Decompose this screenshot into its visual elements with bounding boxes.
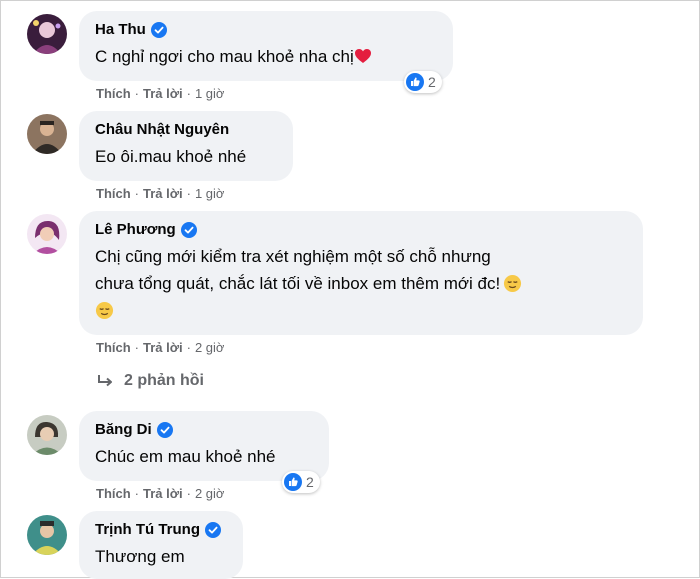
replies-count-text[interactable]: 2 phản hồi (124, 372, 204, 390)
commenter-name-text[interactable]: Trịnh Tú Trung (95, 521, 200, 539)
reaction-count[interactable]: 2 (282, 471, 320, 493)
commenter-name[interactable]: Ha Thu (95, 21, 437, 39)
commenter-name[interactable]: Băng Di (95, 421, 313, 439)
commenter-name[interactable]: Trịnh Tú Trung (95, 521, 227, 539)
like-link[interactable]: Thích (96, 186, 131, 201)
comment-text-body: C nghỉ ngơi cho mau khoẻ nha chị (95, 47, 354, 66)
separator: · (134, 486, 140, 501)
reaction-count-value: 2 (306, 474, 314, 490)
commenter-name[interactable]: Châu Nhật Nguyên (95, 121, 277, 139)
comment-actions: Thích · Trả lời · 2 giờ (96, 486, 224, 501)
reaction-count-value: 2 (428, 74, 436, 90)
separator: · (186, 486, 191, 501)
reply-link[interactable]: Trả lời (143, 186, 183, 201)
like-link[interactable]: Thích (96, 86, 131, 101)
separator: · (134, 340, 140, 355)
comment-actions: Thích · Trả lời · 1 giờ (96, 86, 224, 101)
timestamp[interactable]: 2 giờ (195, 340, 225, 355)
like-reaction-icon (406, 73, 424, 91)
comment-text-body: chưa tổng quát, chắc lát tối về inbox em… (95, 274, 501, 293)
timestamp[interactable]: 2 giờ (195, 486, 225, 501)
comment-text: C nghỉ ngơi cho mau khoẻ nha chị (95, 43, 437, 70)
comment-bubble: Trịnh Tú Trung Thương em (79, 511, 243, 579)
avatar[interactable] (27, 114, 67, 154)
view-replies-link[interactable]: 2 phản hồi (96, 372, 204, 390)
commenter-name-text[interactable]: Băng Di (95, 421, 152, 439)
comment-bubble: Lê Phương Chị cũng mới kiểm tra xét nghi… (79, 211, 643, 335)
like-reaction-icon (284, 473, 302, 491)
comment-text-line: chưa tổng quát, chắc lát tối về inbox em… (95, 270, 627, 297)
avatar[interactable] (27, 515, 67, 555)
verified-badge-icon (150, 22, 167, 38)
reply-arrow-icon (98, 375, 112, 387)
verified-badge-icon (156, 422, 173, 438)
separator: · (186, 186, 191, 201)
comment-actions: Thích · Trả lời · 2 giờ (96, 340, 224, 355)
commenter-name-text[interactable]: Châu Nhật Nguyên (95, 121, 229, 139)
reply-link[interactable]: Trả lời (143, 486, 183, 501)
reaction-count[interactable]: 2 (404, 71, 442, 93)
red-heart-icon (354, 49, 371, 63)
comment-bubble: Châu Nhật Nguyên Eo ôi.mau khoẻ nhé (79, 111, 293, 181)
comment-text: Chị cũng mới kiểm tra xét nghiệm một số … (95, 243, 627, 324)
timestamp[interactable]: 1 giờ (195, 86, 225, 101)
commenter-name-text[interactable]: Lê Phương (95, 221, 176, 239)
comment-thread: Ha Thu C nghỉ ngơi cho mau khoẻ nha chị … (0, 0, 700, 579)
comment-bubble: Ha Thu C nghỉ ngơi cho mau khoẻ nha chị (79, 11, 453, 81)
verified-badge-icon (205, 522, 221, 538)
avatar[interactable] (27, 14, 67, 54)
separator: · (186, 340, 191, 355)
relieved-face-icon (95, 301, 114, 320)
comment-text-body: Thương em (95, 547, 185, 566)
separator: · (186, 86, 191, 101)
verified-badge-icon (180, 222, 197, 238)
commenter-name[interactable]: Lê Phương (95, 221, 627, 239)
avatar[interactable] (27, 214, 67, 254)
comment-actions: Thích · Trả lời · 1 giờ (96, 186, 224, 201)
comment-text-body: Chúc em mau khoẻ nhé (95, 447, 276, 466)
like-link[interactable]: Thích (96, 340, 131, 355)
commenter-name-text[interactable]: Ha Thu (95, 21, 146, 39)
relieved-face-icon (504, 274, 522, 293)
separator: · (134, 86, 140, 101)
like-link[interactable]: Thích (96, 486, 131, 501)
avatar[interactable] (27, 415, 67, 455)
comment-text-line: Chị cũng mới kiểm tra xét nghiệm một số … (95, 247, 491, 266)
comment-text-body: Eo ôi.mau khoẻ nhé (95, 147, 247, 166)
reply-link[interactable]: Trả lời (143, 340, 183, 355)
reply-link[interactable]: Trả lời (143, 86, 183, 101)
timestamp[interactable]: 1 giờ (195, 186, 225, 201)
separator: · (134, 186, 140, 201)
